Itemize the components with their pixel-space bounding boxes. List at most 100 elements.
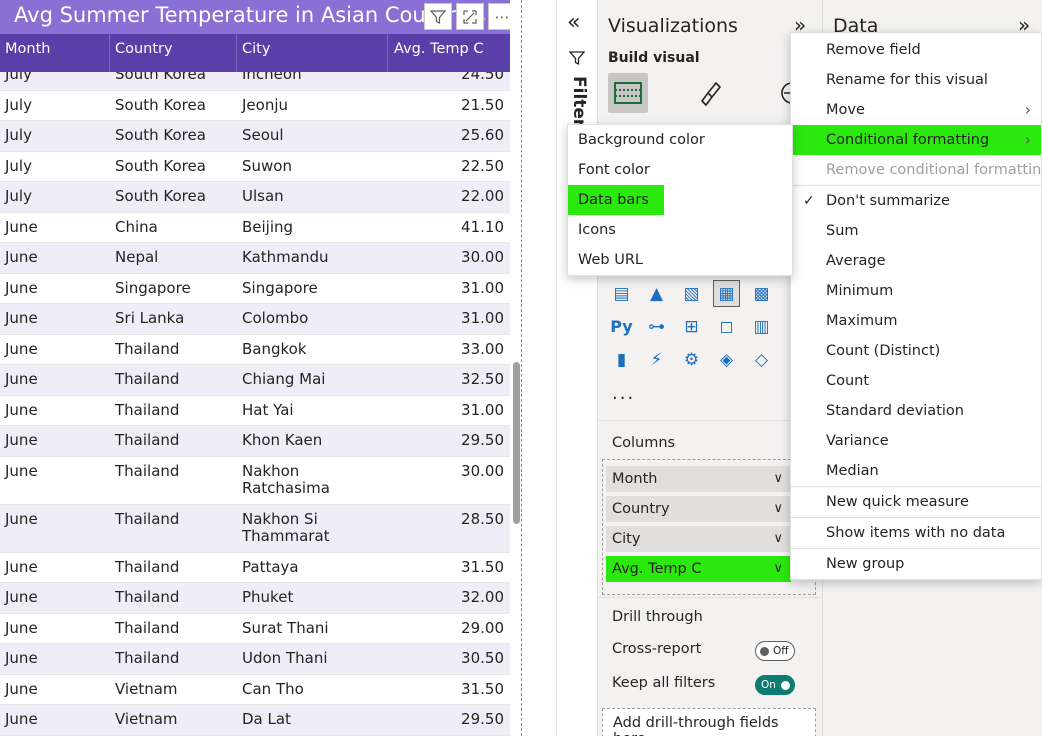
table-row[interactable]: June Thailand Phuket 32.00	[0, 583, 510, 614]
matrix-visual-icon[interactable]: ▩	[748, 280, 775, 307]
cell-avg-temp: 22.50	[461, 156, 504, 175]
table-row[interactable]: June Thailand Pattaya 31.50	[0, 552, 510, 583]
menu-item-variance[interactable]: Variance	[791, 426, 1041, 456]
cell-city: Kathmandu	[242, 248, 329, 266]
table-row[interactable]: June Vietnam Can Tho 31.50	[0, 674, 510, 705]
table-row[interactable]: July South Korea Incheon 24.50	[0, 72, 510, 91]
table-row[interactable]: July South Korea Ulsan 22.00	[0, 182, 510, 213]
column-header-month[interactable]: Month	[0, 34, 110, 72]
menu-item-web-url[interactable]: Web URL	[568, 245, 792, 275]
cell-country: Singapore	[115, 278, 191, 297]
field-pill-city[interactable]: City ∨	[606, 526, 791, 552]
menu-item-icons[interactable]: Icons	[568, 215, 792, 245]
table-row[interactable]: June Thailand Chiang Mai 32.50	[0, 365, 510, 396]
menu-item-standard-deviation[interactable]: Standard deviation	[791, 396, 1041, 426]
cell-avg-temp: 22.00	[461, 187, 504, 205]
cell-avg-temp: 31.50	[461, 557, 504, 576]
cell-avg-temp: 30.50	[461, 649, 504, 667]
menu-item-data-bars[interactable]: Data bars	[568, 185, 664, 215]
menu-item-conditional-formatting[interactable]: Conditional formatting ›	[791, 125, 1041, 155]
column-header-avg-temp[interactable]: Avg. Temp C	[388, 34, 510, 72]
cell-city: Hat Yai	[242, 400, 294, 419]
chevron-down-icon[interactable]: ∨	[773, 556, 783, 582]
menu-item-maximum[interactable]: Maximum	[791, 306, 1041, 336]
filters-pane-collapsed[interactable]: « Filters	[556, 0, 597, 736]
menu-item-minimum[interactable]: Minimum	[791, 276, 1041, 306]
power-automate-icon[interactable]: ⚙	[678, 346, 705, 373]
table-row[interactable]: June Thailand Nakhon Ratchasima 30.00	[0, 456, 510, 505]
table-row[interactable]: June Thailand Hat Yai 31.00	[0, 395, 510, 426]
python-visual-icon[interactable]: Py	[608, 313, 635, 340]
expand-chevron-icon[interactable]: «	[567, 10, 580, 35]
menu-item-dont-summarize[interactable]: ✓ Don't summarize	[791, 186, 1041, 216]
smart-narrative-icon[interactable]: ▥	[748, 313, 775, 340]
slicer-icon[interactable]: ▧	[678, 280, 705, 307]
cell-month: July	[5, 126, 32, 144]
qa-visual-icon[interactable]: ◻	[713, 313, 740, 340]
menu-item-show-items-no-data[interactable]: Show items with no data	[791, 518, 1041, 548]
more-options-icon[interactable]: ⋯	[488, 3, 510, 30]
more-visuals-icon[interactable]: ...	[612, 383, 635, 404]
cell-avg-temp: 30.00	[461, 461, 504, 480]
menu-item-count[interactable]: Count	[791, 366, 1041, 396]
menu-item-background-color[interactable]: Background color	[568, 125, 792, 155]
cell-avg-temp: 31.00	[461, 309, 504, 327]
column-header-city[interactable]: City	[237, 34, 388, 72]
table-row[interactable]: June Thailand Nakhon Si Thammarat 28.50	[0, 504, 510, 553]
menu-item-remove-field[interactable]: Remove field	[791, 35, 1041, 65]
chevron-down-icon[interactable]: ∨	[773, 526, 783, 552]
chevron-down-icon[interactable]: ∨	[773, 496, 783, 522]
field-pill-avg-temp[interactable]: Avg. Temp C ∨	[606, 556, 791, 582]
table-row[interactable]: June Singapore Singapore 31.00	[0, 273, 510, 304]
cell-country: Thailand	[115, 509, 180, 528]
menu-item-rename[interactable]: Rename for this visual	[791, 65, 1041, 95]
table-row[interactable]: June China Beijing 41.10	[0, 212, 510, 243]
chevron-down-icon[interactable]: ∨	[773, 466, 783, 492]
power-apps-diamond-icon[interactable]: ◇	[748, 346, 775, 373]
menu-item-move[interactable]: Move ›	[791, 95, 1041, 125]
table-visual-icon[interactable]: ▦	[713, 280, 740, 307]
table-row[interactable]: July South Korea Jeonju 21.50	[0, 90, 510, 121]
menu-item-count-distinct[interactable]: Count (Distinct)	[791, 336, 1041, 366]
table-row[interactable]: June Thailand Bangkok 33.00	[0, 334, 510, 365]
table-row[interactable]: June Thailand Khon Kaen 29.50	[0, 426, 510, 457]
table-row[interactable]: June Thailand Udon Thani 30.50	[0, 644, 510, 675]
paginated-report-icon[interactable]: ▮	[608, 346, 635, 373]
menu-item-new-group[interactable]: New group	[791, 549, 1041, 579]
menu-item-new-quick-measure[interactable]: New quick measure	[791, 487, 1041, 517]
format-visual-brush-icon[interactable]	[690, 73, 730, 113]
table-row[interactable]: June Thailand Surat Thani 29.00	[0, 613, 510, 644]
power-bi-report-editor: Avg Summer Temperature in Asian Countrie…	[0, 0, 1042, 736]
key-influencers-icon[interactable]: ⊶	[643, 313, 670, 340]
cell-month: July	[5, 187, 32, 205]
table-row[interactable]: June Sri Lanka Colombo 31.00	[0, 304, 510, 335]
table-row[interactable]: June Vietnam Da Lat 29.50	[0, 705, 510, 736]
field-pill-month[interactable]: Month ∨	[606, 466, 791, 492]
table-row[interactable]: June Nepal Kathmandu 30.00	[0, 243, 510, 274]
cross-report-toggle[interactable]: Off	[755, 641, 795, 661]
visual-title-bar: Avg Summer Temperature in Asian Countrie…	[0, 0, 510, 34]
field-pill-country[interactable]: Country ∨	[606, 496, 791, 522]
kpi-icon[interactable]: ▲	[643, 280, 670, 307]
table-visual[interactable]: Avg Summer Temperature in Asian Countrie…	[0, 0, 522, 736]
menu-item-average[interactable]: Average	[791, 246, 1041, 276]
table-row[interactable]: July South Korea Seoul 25.60	[0, 121, 510, 152]
build-visual-fields-icon[interactable]	[608, 73, 648, 113]
keep-all-filters-toggle[interactable]: On	[755, 675, 795, 695]
cell-month: July	[5, 95, 32, 114]
filter-icon[interactable]	[424, 3, 452, 30]
focus-mode-icon[interactable]	[456, 3, 484, 30]
scrollbar-thumb[interactable]	[513, 362, 520, 524]
column-header-country[interactable]: Country	[110, 34, 237, 72]
table-row[interactable]: July South Korea Suwon 22.50	[0, 151, 510, 182]
menu-item-sum[interactable]: Sum	[791, 216, 1041, 246]
power-apps-icon[interactable]: ◈	[713, 346, 740, 373]
card-icon[interactable]: ▤	[608, 280, 635, 307]
menu-item-font-color[interactable]: Font color	[568, 155, 792, 185]
cell-country: Sri Lanka	[115, 309, 185, 327]
menu-item-median[interactable]: Median	[791, 456, 1041, 486]
drill-through-fields-well[interactable]: Add drill-through fields here	[602, 708, 816, 736]
cell-city: Bangkok	[242, 339, 307, 358]
metrics-icon[interactable]: ⚡	[643, 346, 670, 373]
decomposition-tree-icon[interactable]: ⊞	[678, 313, 705, 340]
